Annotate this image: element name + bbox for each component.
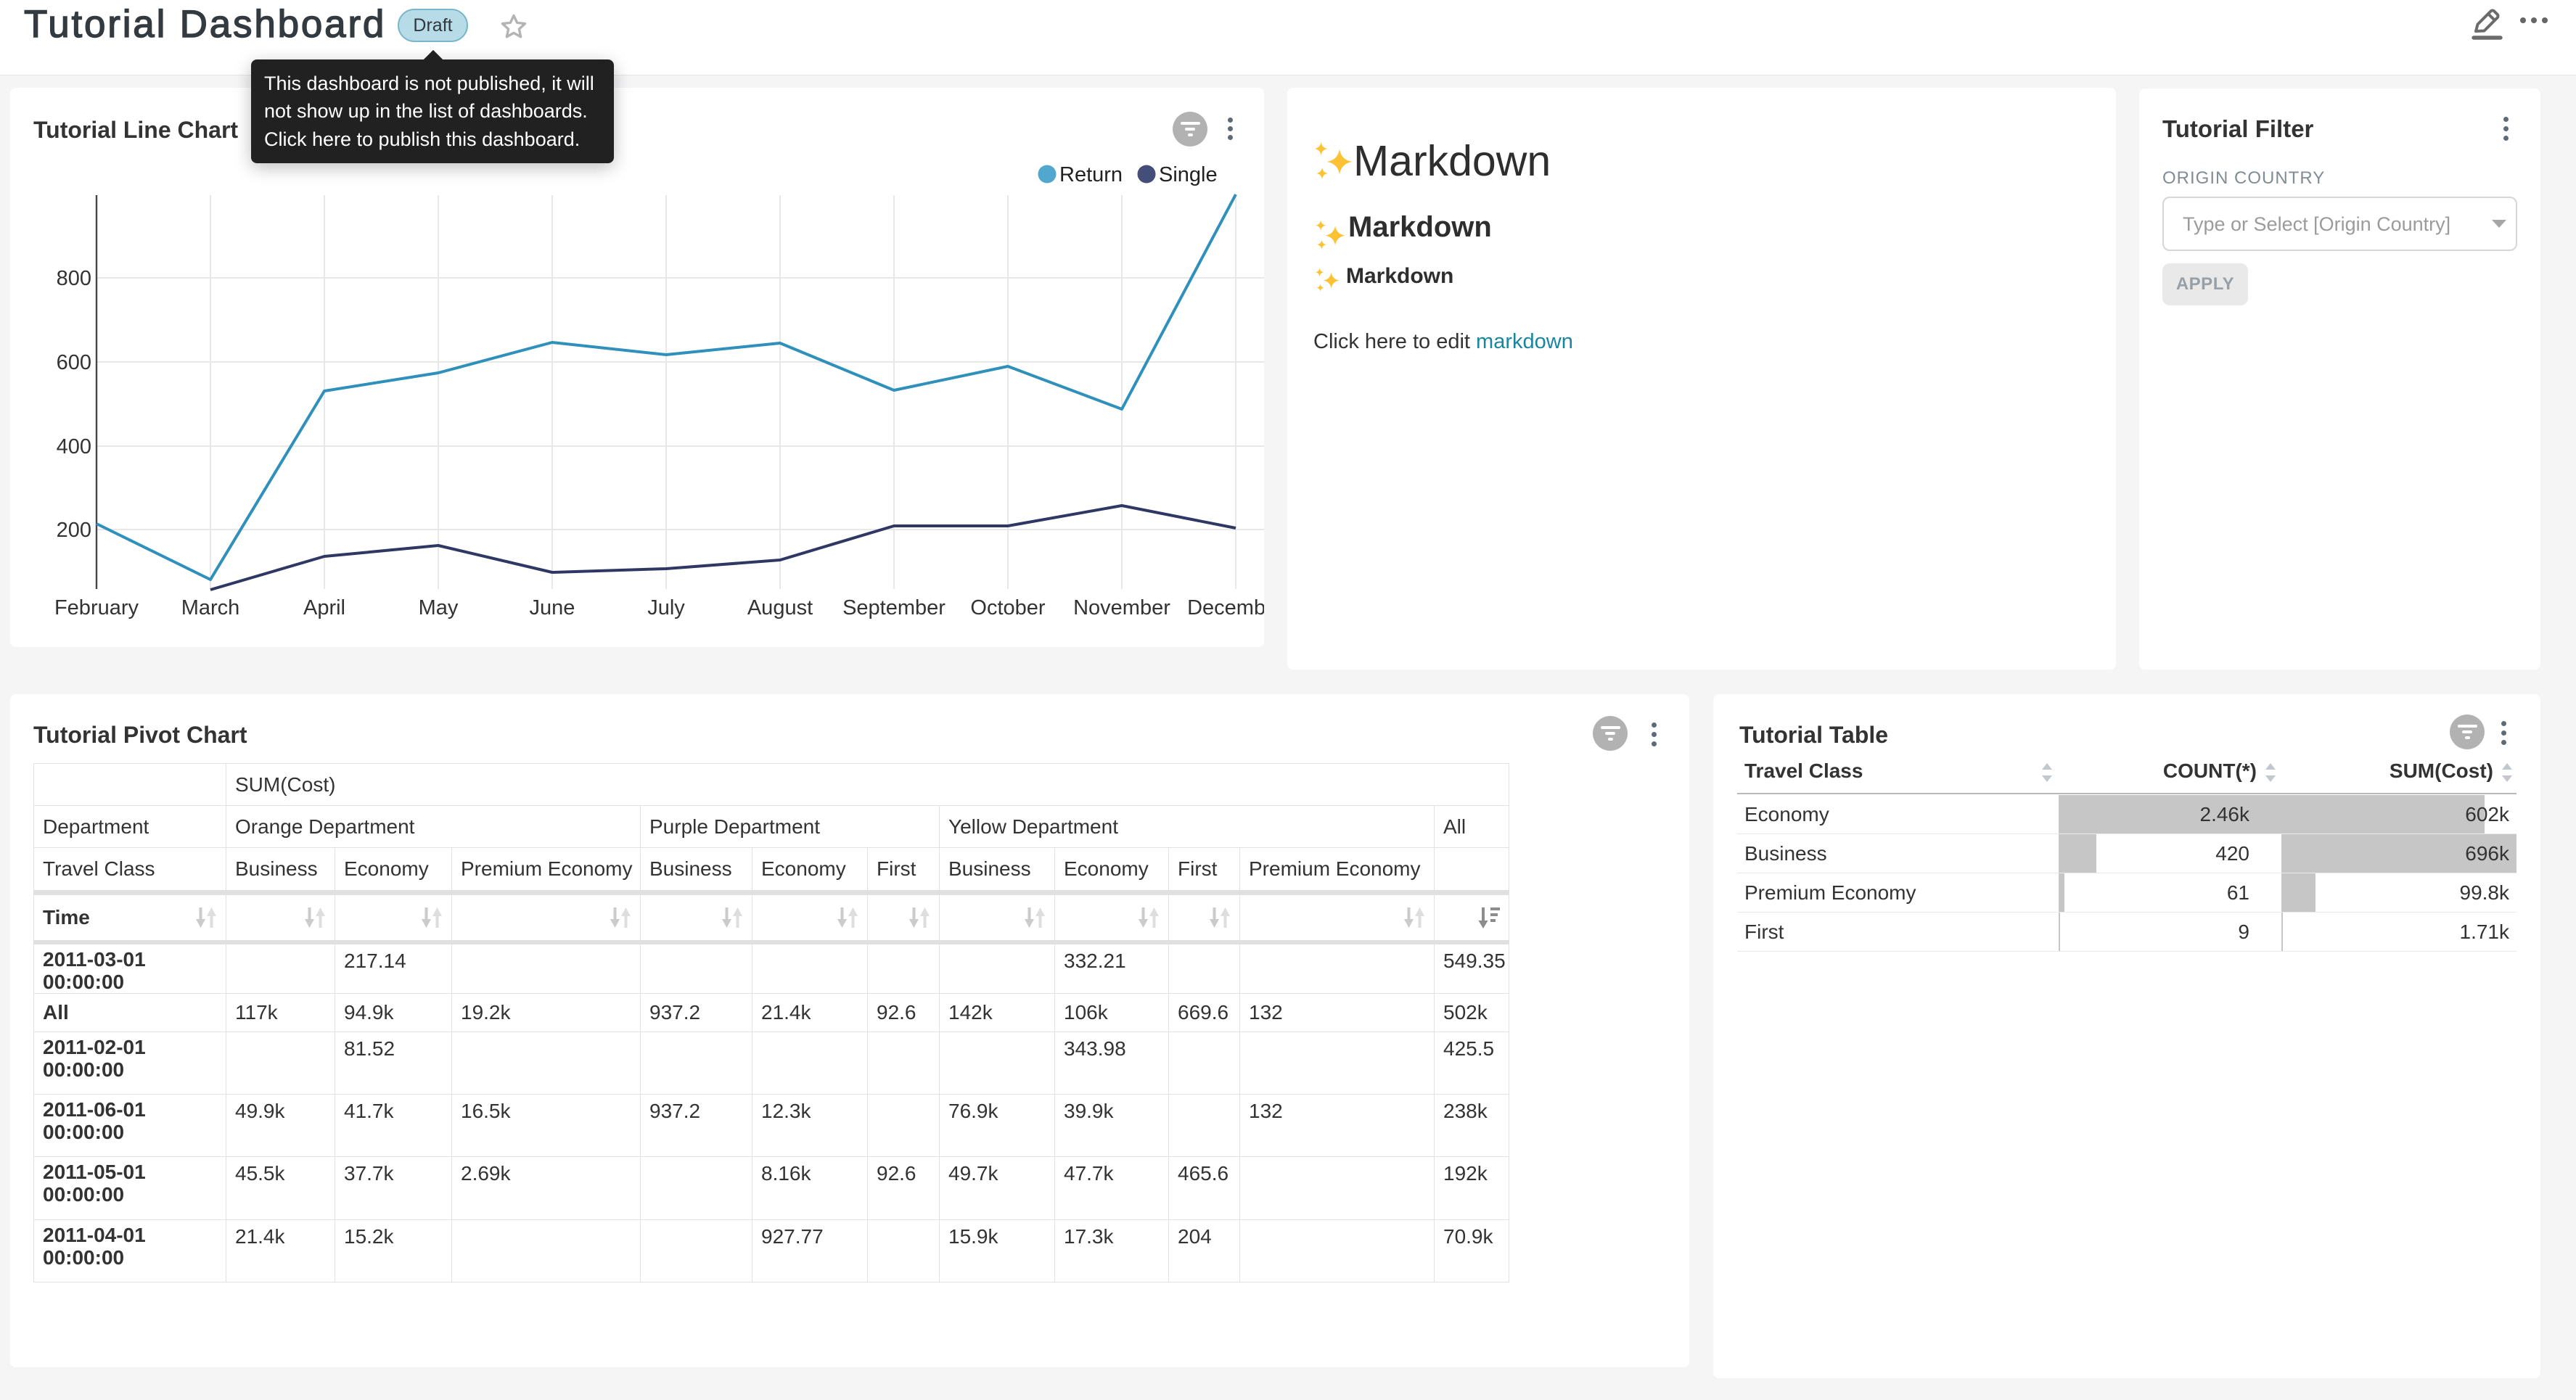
svg-text:200: 200 [57,519,91,542]
svg-text:July: July [647,596,685,619]
svg-text:May: May [419,596,459,619]
svg-text:February: February [54,596,139,619]
svg-text:August: August [747,596,813,619]
svg-text:October: October [970,596,1045,619]
svg-text:December: December [1187,596,1264,619]
svg-text:September: September [842,596,946,619]
svg-text:Single: Single [1159,163,1218,186]
svg-text:Return: Return [1059,163,1123,186]
svg-text:March: March [181,596,240,619]
svg-text:April: April [303,596,345,619]
svg-text:600: 600 [57,351,91,374]
svg-text:November: November [1073,596,1170,619]
svg-text:June: June [530,596,575,619]
svg-text:400: 400 [57,435,91,458]
svg-text:800: 800 [57,267,91,290]
